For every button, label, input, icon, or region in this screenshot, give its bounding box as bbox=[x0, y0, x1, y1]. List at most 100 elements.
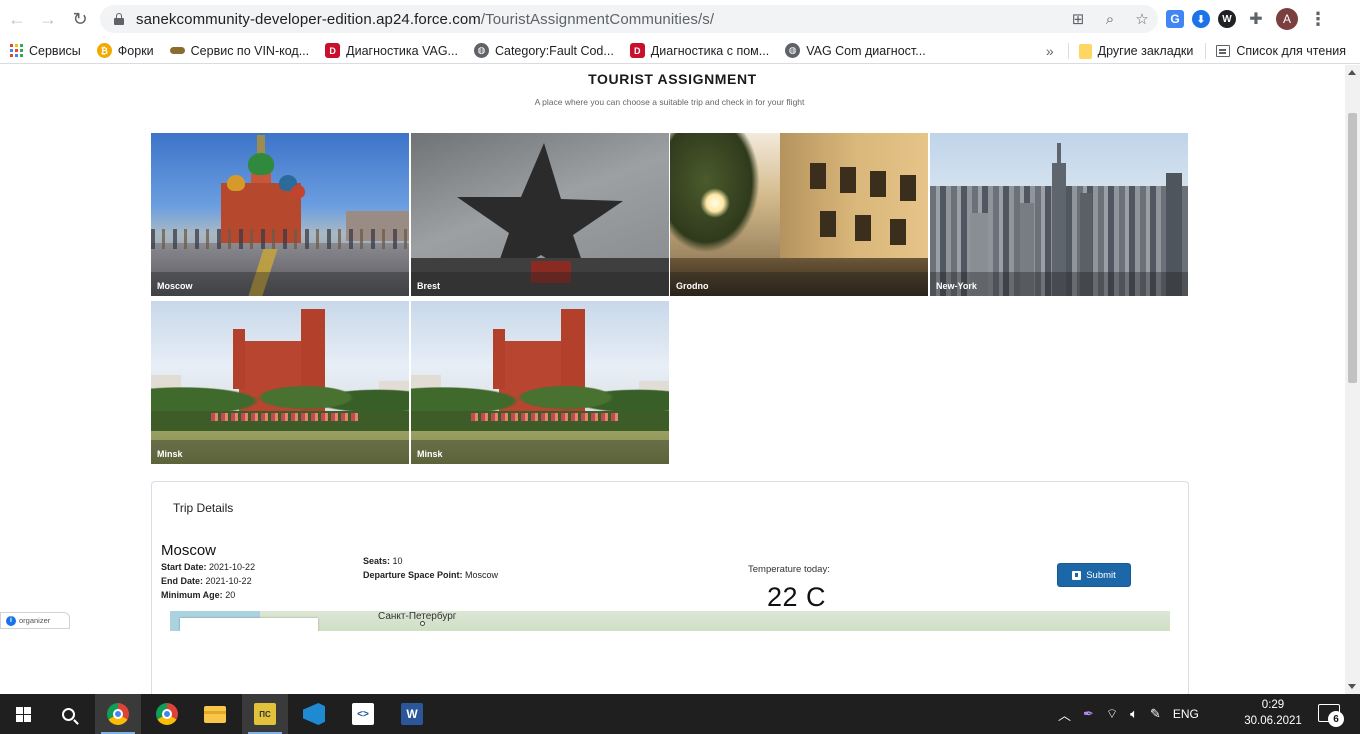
code-editor-icon: <> bbox=[352, 703, 374, 725]
destination-tile-new-york[interactable]: New-York bbox=[930, 133, 1188, 296]
bookmark-vag-com[interactable]: ◍ VAG Com диагност... bbox=[785, 43, 926, 58]
back-button[interactable]: ← bbox=[4, 6, 30, 32]
destination-tile-brest[interactable]: Brest bbox=[411, 133, 669, 296]
scroll-up-arrow-icon[interactable] bbox=[1348, 70, 1356, 75]
address-bar[interactable]: sanekcommunity-developer-edition.ap24.fo… bbox=[100, 5, 1158, 33]
browser-menu-icon[interactable]: ⋮ bbox=[1306, 7, 1330, 31]
destination-tile-minsk[interactable]: Minsk bbox=[151, 301, 409, 464]
start-date: Start Date: 2021-10-22 bbox=[161, 562, 256, 572]
lock-icon bbox=[114, 13, 124, 25]
wot-extension-icon[interactable]: W bbox=[1218, 10, 1236, 28]
pen-icon[interactable]: ✒ bbox=[1083, 706, 1094, 722]
taskbar-chrome[interactable] bbox=[95, 694, 141, 734]
url-text[interactable]: sanekcommunity-developer-edition.ap24.fo… bbox=[136, 11, 714, 28]
taskbar-vscode[interactable] bbox=[291, 694, 337, 734]
system-tray: ︿ ✒ ⌔ 🔈︎ ✎ ENG bbox=[1058, 694, 1199, 734]
language-indicator[interactable]: ENG bbox=[1173, 707, 1199, 721]
bookmarks-bar: Сервисы ₿ Форки Сервис по VIN-код... D Д… bbox=[0, 38, 1360, 64]
card-title: Trip Details bbox=[173, 501, 234, 515]
file-explorer-icon bbox=[204, 705, 226, 723]
page-title: TOURIST ASSIGNMENT bbox=[588, 71, 757, 87]
end-date: End Date: 2021-10-22 bbox=[161, 576, 252, 586]
browser-toolbar: ← → ↻ sanekcommunity-developer-edition.a… bbox=[0, 0, 1360, 38]
word-icon: W bbox=[401, 703, 423, 725]
windows-taskbar: ПС <> W ︿ ✒ ⌔ 🔈︎ ✎ ENG 0:29 30.06.2021 6 bbox=[0, 694, 1360, 734]
page-viewport: TOURIST ASSIGNMENT A place where you can… bbox=[0, 65, 1345, 694]
clock-time: 0:29 bbox=[1261, 699, 1285, 711]
taskbar-file-explorer[interactable] bbox=[192, 694, 238, 734]
seats: Seats: 10 bbox=[363, 556, 403, 566]
destination-label: Minsk bbox=[157, 449, 183, 459]
taskbar-word[interactable]: W bbox=[389, 694, 435, 734]
car-icon bbox=[169, 47, 185, 54]
translate-page-icon[interactable]: ⊞ bbox=[1068, 9, 1088, 29]
destination-tile-minsk[interactable]: Minsk bbox=[411, 301, 669, 464]
other-bookmarks-folder[interactable]: Другие закладки bbox=[1078, 43, 1193, 59]
page-subtitle: A place where you can choose a suitable … bbox=[534, 97, 805, 107]
taskbar-code-app[interactable]: <> bbox=[340, 694, 386, 734]
vscode-icon bbox=[303, 703, 325, 725]
profile-avatar[interactable]: A bbox=[1276, 8, 1298, 30]
bookmark-forks[interactable]: ₿ Форки bbox=[96, 43, 154, 58]
organizer-widget[interactable]: i organizer bbox=[0, 612, 70, 629]
divider bbox=[1205, 43, 1207, 59]
bookmark-vag-diagnostics[interactable]: D Диагностика VAG... bbox=[325, 43, 458, 58]
notification-count-badge: 6 bbox=[1328, 711, 1344, 727]
taskbar-app-yellow[interactable]: ПС bbox=[242, 694, 288, 734]
clock-date: 30.06.2021 bbox=[1244, 715, 1302, 727]
save-icon bbox=[1072, 570, 1082, 580]
destination-label: Brest bbox=[417, 281, 441, 291]
windows-logo-icon bbox=[15, 706, 31, 722]
reading-list[interactable]: Список для чтения bbox=[1216, 44, 1346, 58]
reading-list-icon bbox=[1216, 45, 1231, 57]
clock[interactable]: 0:29 30.06.2021 bbox=[1238, 697, 1308, 729]
page-scrollbar[interactable] bbox=[1345, 65, 1360, 694]
google-translate-extension-icon[interactable]: G bbox=[1166, 10, 1184, 28]
wifi-icon[interactable]: ⌔ bbox=[1106, 706, 1118, 722]
search-button[interactable] bbox=[45, 694, 91, 734]
chrome-icon bbox=[107, 703, 129, 725]
destination-tile-grodno[interactable]: Grodno bbox=[670, 133, 928, 296]
destination-label: New-York bbox=[936, 281, 977, 291]
bookmark-diagnostics-help[interactable]: D Диагностика с пом... bbox=[629, 43, 769, 58]
pen-workspace-icon[interactable]: ✎ bbox=[1150, 706, 1161, 722]
bookmark-vin-service[interactable]: Сервис по VIN-код... bbox=[169, 44, 309, 58]
trip-city: Moscow bbox=[161, 542, 217, 559]
search-icon bbox=[61, 707, 75, 721]
trip-map[interactable]: Санкт-Петербург bbox=[170, 611, 1170, 631]
globe-icon: ◍ bbox=[473, 43, 489, 58]
destination-label: Minsk bbox=[417, 449, 443, 459]
download-extension-icon[interactable]: ⬇ bbox=[1192, 10, 1210, 28]
scroll-down-arrow-icon[interactable] bbox=[1348, 684, 1356, 689]
map-controls-panel[interactable] bbox=[180, 618, 318, 631]
zoom-icon[interactable]: ⌕ bbox=[1100, 9, 1120, 29]
show-hidden-icons-chevron-icon[interactable]: ︿ bbox=[1058, 705, 1071, 724]
chrome-icon bbox=[156, 703, 178, 725]
destination-label: Grodno bbox=[676, 281, 709, 291]
forward-button[interactable]: → bbox=[35, 6, 61, 32]
bitcoin-icon: ₿ bbox=[96, 43, 112, 58]
globe-icon: ◍ bbox=[785, 43, 801, 58]
divider bbox=[1067, 43, 1069, 59]
taskbar-chrome-profile[interactable] bbox=[144, 694, 190, 734]
apps-grid-icon bbox=[10, 44, 23, 57]
start-button[interactable] bbox=[0, 694, 46, 734]
more-bookmarks-chevron-icon[interactable]: » bbox=[1046, 43, 1054, 59]
bookmark-fault-codes[interactable]: ◍ Category:Fault Cod... bbox=[473, 43, 614, 58]
volume-icon[interactable]: 🔈︎ bbox=[1130, 706, 1138, 722]
temperature-label: Temperature today: bbox=[748, 564, 830, 575]
scroll-thumb[interactable] bbox=[1348, 113, 1357, 383]
folder-icon bbox=[1078, 43, 1092, 59]
app-icon: ПС bbox=[254, 703, 276, 725]
minimum-age: Minimum Age: 20 bbox=[161, 590, 236, 600]
destination-tile-moscow[interactable]: Moscow bbox=[151, 133, 409, 296]
bookmark-star-icon[interactable]: ☆ bbox=[1132, 9, 1152, 29]
map-city-label: Санкт-Петербург bbox=[378, 611, 457, 622]
trip-details-card: Trip Details Moscow Start Date: 2021-10-… bbox=[151, 481, 1189, 694]
extensions-puzzle-icon[interactable]: ✚ bbox=[1244, 7, 1268, 31]
submit-button[interactable]: Submit bbox=[1057, 563, 1131, 587]
organizer-logo-icon: i bbox=[6, 615, 16, 626]
bookmark-services[interactable]: Сервисы bbox=[10, 44, 81, 58]
map-city-marker bbox=[420, 621, 425, 626]
reload-button[interactable]: ↻ bbox=[67, 6, 93, 32]
